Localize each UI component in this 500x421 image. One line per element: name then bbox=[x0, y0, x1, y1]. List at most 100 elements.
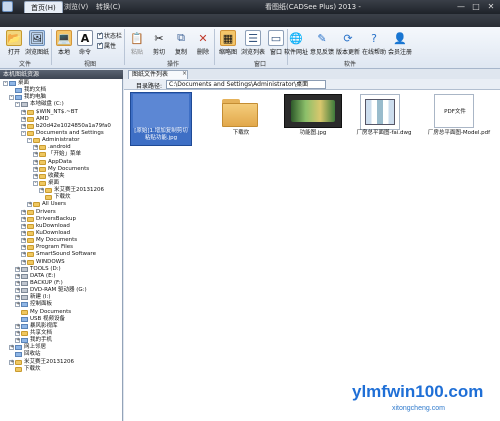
online-help-button[interactable]: ? 在线帮助 bbox=[360, 30, 388, 57]
expand-icon[interactable]: + bbox=[21, 231, 26, 237]
tab-file-list[interactable]: 图纸文件列表 bbox=[128, 70, 188, 79]
expand-icon[interactable]: + bbox=[15, 288, 20, 294]
expand-icon[interactable]: + bbox=[15, 323, 20, 329]
tree-item[interactable]: + WINDOWS bbox=[3, 259, 122, 266]
expand-icon[interactable]: + bbox=[33, 159, 38, 165]
file-item[interactable] bbox=[360, 94, 400, 130]
expand-icon[interactable]: + bbox=[33, 145, 38, 151]
statusbar-checkbox[interactable]: 状态栏 bbox=[97, 31, 122, 40]
tree-item[interactable]: 下载炊 bbox=[3, 194, 122, 201]
tree-item[interactable]: + 收藏夹 bbox=[3, 173, 122, 180]
expand-icon[interactable]: + bbox=[9, 345, 14, 351]
expand-icon[interactable]: + bbox=[33, 173, 38, 179]
expand-icon[interactable]: + bbox=[33, 166, 38, 172]
command-button[interactable]: A 命令 bbox=[74, 30, 96, 56]
tree-item[interactable]: USB 视频设备 bbox=[3, 316, 122, 323]
expand-icon[interactable]: + bbox=[21, 123, 26, 129]
expand-icon[interactable]: + bbox=[21, 209, 26, 215]
expand-icon[interactable]: + bbox=[21, 245, 26, 251]
tree-item[interactable]: + My Documents bbox=[3, 166, 122, 173]
feedback-button[interactable]: ✎ 意见反馈 bbox=[308, 30, 336, 57]
tree-item[interactable]: + 暴风影视库 bbox=[3, 323, 122, 330]
tree-item[interactable]: + kuDownload bbox=[3, 223, 122, 230]
collapse-icon[interactable]: - bbox=[9, 95, 14, 101]
tree-item[interactable]: + b20d42e1024850a1a79fa0 bbox=[3, 123, 122, 130]
expand-icon[interactable]: + bbox=[15, 281, 20, 286]
browse-list-button[interactable]: ☰ 浏览列表 bbox=[240, 30, 266, 56]
cut-button[interactable]: ✂ 剪切 bbox=[148, 30, 170, 57]
update-button[interactable]: ⟳ 版本更新 bbox=[334, 30, 362, 57]
expand-icon[interactable]: + bbox=[15, 338, 20, 344]
collapse-icon[interactable]: - bbox=[21, 131, 26, 137]
path-input[interactable]: C:\Documents and Settings\Administrator\… bbox=[166, 80, 326, 89]
maximize-button[interactable]: □ bbox=[469, 1, 483, 12]
collapse-icon[interactable]: - bbox=[27, 138, 32, 144]
expand-icon[interactable]: + bbox=[9, 359, 14, 365]
tree-item[interactable]: + BACKUP (F:) bbox=[3, 280, 122, 287]
tree-item[interactable]: + 共享文档 bbox=[3, 330, 122, 337]
properties-checkbox[interactable]: 属性 bbox=[97, 41, 116, 50]
app-icon[interactable] bbox=[2, 1, 13, 12]
tab-close-icon[interactable]: × bbox=[182, 70, 187, 77]
tree-item[interactable]: + TOOLS (D:) bbox=[3, 266, 122, 273]
tree-item[interactable]: + DriversBackup bbox=[3, 216, 122, 223]
tree-item[interactable]: 下载炊 bbox=[3, 366, 122, 373]
expand-icon[interactable]: + bbox=[39, 188, 44, 194]
tree-item[interactable]: + 「开始」菜单 bbox=[3, 151, 122, 158]
expand-icon[interactable]: + bbox=[27, 202, 32, 208]
tree-item[interactable]: + AMD bbox=[3, 116, 122, 123]
tree-item[interactable]: + 米艾赛王20131206 bbox=[3, 358, 122, 365]
tree-item[interactable]: - Administrator bbox=[3, 137, 122, 144]
delete-button[interactable]: ✕ 删除 bbox=[192, 30, 214, 57]
tree-item[interactable]: - 桌面 bbox=[3, 80, 122, 87]
tree-item[interactable]: - Documents and Settings bbox=[3, 130, 122, 137]
expand-icon[interactable]: + bbox=[15, 302, 20, 308]
tab-convert[interactable]: 转换(C) bbox=[90, 1, 126, 13]
tree-item[interactable]: + All Users bbox=[3, 201, 122, 208]
browse-drawings-button[interactable]: 🖼 浏览图纸 bbox=[24, 30, 50, 56]
tree-item[interactable]: + DVD-RAM 驱动器 (G:) bbox=[3, 287, 122, 294]
tree-item[interactable]: + My Documents bbox=[3, 237, 122, 244]
expand-icon[interactable]: + bbox=[15, 295, 20, 301]
tree-item[interactable]: + 新建 (I:) bbox=[3, 294, 122, 301]
paste-button[interactable]: 📋 粘贴 bbox=[126, 30, 148, 57]
register-button[interactable]: 👤 会员注册 bbox=[386, 30, 414, 57]
expand-icon[interactable]: + bbox=[15, 266, 20, 272]
tree-item[interactable]: + $WIN_NT$.~BT bbox=[3, 109, 122, 116]
expand-icon[interactable]: + bbox=[21, 109, 26, 115]
expand-icon[interactable]: + bbox=[15, 273, 20, 279]
minimize-button[interactable]: — bbox=[454, 1, 468, 12]
tree-item[interactable]: 回收站 bbox=[3, 351, 122, 358]
tree-item[interactable]: 我的文档 bbox=[3, 87, 122, 94]
tree-item[interactable]: - 本地磁盘 (C:) bbox=[3, 101, 122, 108]
expand-icon[interactable]: + bbox=[33, 152, 38, 158]
tree-item[interactable]: + AppData bbox=[3, 159, 122, 166]
tree-item[interactable]: + DATA (E:) bbox=[3, 273, 122, 280]
collapse-icon[interactable]: - bbox=[15, 102, 20, 108]
tab-home[interactable]: 首页(H) bbox=[24, 1, 63, 13]
expand-icon[interactable]: + bbox=[21, 252, 26, 258]
open-button[interactable]: 📂 打开 bbox=[3, 30, 25, 56]
file-item[interactable] bbox=[284, 94, 342, 128]
local-button[interactable]: 💻 本地 bbox=[53, 30, 75, 56]
collapse-icon[interactable]: - bbox=[3, 81, 8, 87]
thumbnail-button[interactable]: ▦ 缩略图 bbox=[216, 30, 240, 56]
tree-item[interactable]: + 网上邻居 bbox=[3, 344, 122, 351]
software-website-button[interactable]: 🌐 软件网址 bbox=[282, 30, 310, 57]
file-item[interactable]: PDF文件 bbox=[434, 94, 474, 128]
copy-button[interactable]: ⧉ 复制 bbox=[170, 30, 192, 56]
expand-icon[interactable]: + bbox=[21, 259, 26, 265]
file-item[interactable] bbox=[216, 96, 268, 130]
tree-item[interactable]: + 控制面板 bbox=[3, 301, 122, 308]
expand-icon[interactable]: + bbox=[21, 216, 26, 222]
expand-icon[interactable]: + bbox=[15, 330, 20, 336]
tree-item[interactable]: + KuDownload bbox=[3, 230, 122, 237]
tree-item[interactable]: + Program Files bbox=[3, 244, 122, 251]
tree-item[interactable]: + 我的手机 bbox=[3, 337, 122, 344]
expand-icon[interactable]: + bbox=[21, 116, 26, 122]
tree-item[interactable]: + SmartSound Software bbox=[3, 251, 122, 258]
close-button[interactable]: ✕ bbox=[484, 1, 498, 12]
collapse-icon[interactable]: - bbox=[33, 181, 38, 187]
expand-icon[interactable]: + bbox=[21, 223, 26, 229]
expand-icon[interactable]: + bbox=[21, 238, 26, 244]
